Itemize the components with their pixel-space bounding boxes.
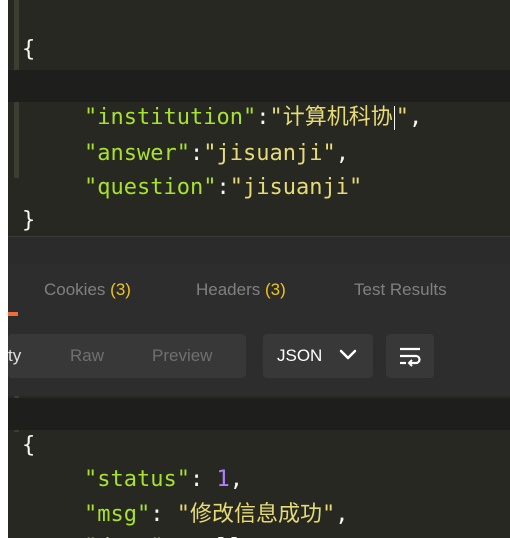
code-line: } xyxy=(8,173,510,233)
tab-test-results[interactable]: Test Results xyxy=(354,264,447,316)
view-raw[interactable]: Raw xyxy=(70,334,104,378)
response-body: { "status": 1, "msg": "修改信息成功", "data": … xyxy=(8,396,510,538)
wrap-lines-icon xyxy=(400,347,421,367)
code-line-active: "institution":"计算机科协 ", xyxy=(8,70,510,130)
code-line: { xyxy=(8,398,510,458)
request-body-editor[interactable]: { "password":"jisuanjikexie", "instituti… xyxy=(8,0,510,236)
pane-divider[interactable] xyxy=(8,236,510,265)
code-line: "status": 1, xyxy=(84,467,243,492)
code-line: "question":"jisuanji" xyxy=(84,175,363,200)
code-line: "msg": "修改信息成功", xyxy=(84,502,349,527)
tab-cookies[interactable]: Cookies (3) xyxy=(44,264,131,316)
chevron-down-icon xyxy=(339,349,357,360)
wrap-lines-button[interactable] xyxy=(386,334,434,378)
view-pretty[interactable]: ty xyxy=(8,334,21,378)
view-preview[interactable]: Preview xyxy=(152,334,212,378)
code-line: "answer":"jisuanji", xyxy=(84,141,349,166)
postman-window: { "password":"jisuanjikexie", "instituti… xyxy=(8,0,510,538)
code-line: { xyxy=(8,2,510,62)
view-mode-group: ty Raw Preview xyxy=(8,334,246,378)
code-line: "password":"jisuanjikexie", xyxy=(8,35,510,95)
code-line: "data": null xyxy=(8,500,510,538)
format-select[interactable]: JSON xyxy=(263,334,373,378)
response-tabs: Cookies (3) Headers (3) Test Results xyxy=(8,264,510,316)
response-toolbar: ty Raw Preview JSON xyxy=(8,316,510,396)
headers-count: (3) xyxy=(265,280,286,299)
close-brace: } xyxy=(22,208,36,233)
format-label: JSON xyxy=(277,346,323,365)
cookies-count: (3) xyxy=(110,280,131,299)
tab-headers[interactable]: Headers (3) xyxy=(196,264,286,316)
